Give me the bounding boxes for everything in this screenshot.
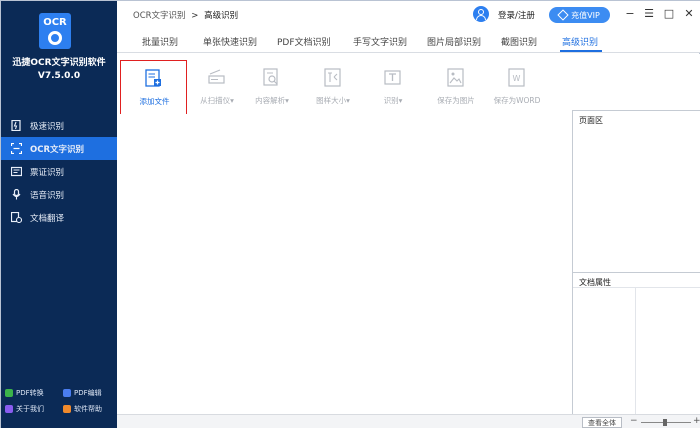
- status-bar: 查看全体 − +: [117, 414, 700, 428]
- app-name: 迅捷OCR文字识别软件: [12, 58, 106, 68]
- scanner-label: 从扫描仪▾: [200, 96, 234, 105]
- pdf-convert-icon: [5, 389, 13, 397]
- user-avatar-icon[interactable]: [473, 6, 489, 22]
- app-logo: OCR: [39, 13, 71, 49]
- title-bar: OCR文字识别 > 高级识别 登录/注册 充值VIP − ☰ □ ✕: [117, 1, 700, 29]
- tab-bar: 批量识别 单张快速识别 PDF文档识别 手写文字识别 图片局部识别 截图识别 高…: [117, 29, 700, 53]
- maximize-button[interactable]: □: [662, 7, 676, 20]
- link-label: PDF转换: [16, 389, 44, 397]
- image-size-label: 图样大小▾: [316, 96, 350, 105]
- pdf-edit-icon: [63, 389, 71, 397]
- login-link[interactable]: 登录/注册: [498, 9, 535, 21]
- scan-icon: [10, 142, 23, 155]
- content-parse-button[interactable]: 内容解析▾: [242, 54, 302, 112]
- tab-image-region[interactable]: 图片局部识别: [427, 35, 481, 48]
- breadcrumb-current: 高级识别: [204, 11, 239, 21]
- sidebar-item-voice[interactable]: 语音识别: [1, 183, 117, 206]
- recognize-button[interactable]: 识别▾: [363, 54, 423, 112]
- sidebar-item-label: OCR文字识别: [30, 144, 85, 155]
- save-word-label: 保存为WORD: [493, 96, 541, 105]
- fit-all-label: 查看全体: [588, 418, 616, 427]
- sidebar-item-label: 文档翻译: [30, 213, 65, 224]
- zoom-out-button[interactable]: −: [630, 416, 638, 426]
- sidebar-item-ticket[interactable]: 票证识别: [1, 160, 117, 183]
- pdf-edit-link[interactable]: PDF编辑: [59, 388, 117, 398]
- zoom-in-button[interactable]: +: [693, 416, 700, 426]
- right-panel: 页面区 文档属性: [572, 110, 700, 416]
- sidebar-bottom-links: PDF转换 PDF编辑 关于我们 软件帮助: [1, 385, 117, 417]
- recognize-label: 识别▾: [383, 96, 403, 105]
- content-parse-label: 内容解析▾: [255, 96, 289, 105]
- menu-button[interactable]: ☰: [642, 7, 656, 20]
- sidebar-item-label: 票证识别: [30, 167, 65, 178]
- image-size-icon: [324, 68, 341, 87]
- about-link[interactable]: 关于我们: [1, 404, 59, 414]
- tab-batch[interactable]: 批量识别: [142, 35, 178, 48]
- link-label: 关于我们: [16, 405, 44, 413]
- breadcrumb-root[interactable]: OCR文字识别: [133, 11, 186, 21]
- breadcrumb: OCR文字识别 > 高级识别: [133, 9, 238, 21]
- save-word-button[interactable]: W 保存为WORD: [487, 54, 547, 112]
- zoom-slider-handle[interactable]: [663, 419, 667, 426]
- tab-screenshot[interactable]: 截图识别: [501, 35, 537, 48]
- doc-properties-title: 文档属性: [579, 278, 611, 287]
- eye-icon: [48, 31, 62, 45]
- add-file-icon: [145, 69, 162, 88]
- tab-single-fast[interactable]: 单张快速识别: [203, 35, 257, 48]
- image-size-button[interactable]: 图样大小▾: [303, 54, 363, 112]
- help-icon: [63, 405, 71, 413]
- about-icon: [5, 405, 13, 413]
- help-link[interactable]: 软件帮助: [59, 404, 117, 414]
- sidebar-item-label: 极速识别: [30, 121, 65, 132]
- breadcrumb-separator: >: [191, 11, 199, 21]
- recognize-icon: [384, 68, 401, 87]
- parse-icon: [263, 68, 280, 87]
- sidebar-item-label: 语音识别: [30, 190, 65, 201]
- active-tab-indicator: [560, 50, 602, 52]
- vip-label: 充值VIP: [571, 10, 600, 20]
- ticket-icon: [10, 166, 23, 177]
- word-icon: W: [508, 68, 525, 87]
- fit-all-button[interactable]: 查看全体: [582, 417, 622, 428]
- scanner-button[interactable]: 从扫描仪▾: [187, 54, 247, 112]
- app-version: V7.5.0.0: [37, 71, 81, 81]
- sidebar-item-translate[interactable]: 文档翻译: [1, 206, 117, 229]
- tab-handwriting[interactable]: 手写文字识别: [353, 35, 407, 48]
- add-file-label: 添加文件: [139, 97, 170, 106]
- microphone-icon: [11, 188, 22, 200]
- link-label: PDF编辑: [74, 389, 102, 397]
- sidebar: OCR 迅捷OCR文字识别软件 V7.5.0.0 极速识别 OCR文字识别 票证…: [1, 1, 117, 428]
- logo-text: OCR: [43, 17, 67, 28]
- tab-pdf-doc[interactable]: PDF文档识别: [277, 35, 331, 48]
- toolbar: 添加文件 从扫描仪▾ 内容解析▾ 图样大小▾ 识别▾ 保存为图片 W 保存为WO…: [117, 54, 700, 116]
- page-area-title: 页面区: [579, 116, 603, 125]
- translate-icon: [10, 211, 23, 224]
- sidebar-item-ocr[interactable]: OCR文字识别: [1, 137, 117, 160]
- link-label: 软件帮助: [74, 405, 102, 413]
- save-image-label: 保存为图片: [437, 96, 475, 105]
- pdf-convert-link[interactable]: PDF转换: [1, 388, 59, 398]
- add-file-button[interactable]: 添加文件: [120, 60, 187, 116]
- app-window: OCR 迅捷OCR文字识别软件 V7.5.0.0 极速识别 OCR文字识别 票证…: [0, 0, 700, 428]
- save-image-icon: [447, 68, 464, 87]
- doc-properties-panel: 文档属性: [573, 272, 700, 416]
- document-workspace[interactable]: [117, 114, 572, 414]
- close-button[interactable]: ✕: [682, 7, 696, 20]
- lightning-doc-icon: [11, 119, 22, 132]
- minimize-button[interactable]: −: [623, 7, 637, 20]
- tab-advanced[interactable]: 高级识别: [562, 35, 598, 48]
- sidebar-item-fast-recognition[interactable]: 极速识别: [1, 114, 117, 137]
- vip-button[interactable]: 充值VIP: [549, 7, 610, 23]
- save-image-button[interactable]: 保存为图片: [426, 54, 486, 112]
- sidebar-nav: 极速识别 OCR文字识别 票证识别 语音识别 文档翻译: [1, 114, 117, 229]
- diamond-icon: [557, 9, 569, 21]
- scanner-icon: [208, 68, 225, 87]
- svg-text:W: W: [513, 74, 521, 83]
